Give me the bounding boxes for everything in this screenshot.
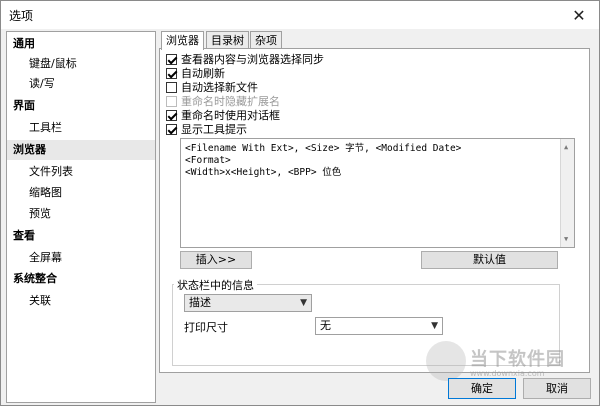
print-size-select-value: 无 [320,319,331,332]
checkbox-label: 自动选择新文件 [181,81,258,94]
tree-item-browser[interactable]: 浏览器 [7,140,155,160]
checkbox-label: 查看器内容与浏览器选择同步 [181,53,324,66]
default-button[interactable]: 默认值 [421,251,558,269]
checkbox-box[interactable] [166,110,177,121]
checkbox-label: 重命名时隐藏扩展名 [181,95,280,108]
tooltip-format-line: <Filename With Ext>, <Size> 字节, <Modifie… [185,143,462,154]
title-bar: 选项 ✕ [1,1,599,29]
tree-item-associations[interactable]: 关联 [29,291,51,311]
checkbox-box[interactable] [166,68,177,79]
tooltip-format-line: <Width>x<Height>, <BPP> 位色 [185,167,342,178]
window-title: 选项 [9,9,34,23]
tree-item-system-integration[interactable]: 系统整合 [13,269,57,289]
chevron-down-icon: ▼ [300,298,307,308]
close-icon[interactable]: ✕ [559,1,599,29]
tab-misc[interactable]: 杂项 [250,31,282,49]
tree-item-preview[interactable]: 预览 [29,204,51,224]
tab-browser[interactable]: 浏览器 [161,31,204,50]
print-size-select[interactable]: 无 ▼ [315,317,443,335]
print-size-label: 打印尺寸 [184,321,228,334]
checkbox-box[interactable] [166,124,177,135]
tree-item-file-list[interactable]: 文件列表 [29,162,73,182]
tooltip-format-line: <Format> [185,155,231,166]
checkbox-box[interactable] [166,82,177,93]
textarea-scrollbar[interactable]: ▲ ▼ [560,139,574,247]
tooltip-format-textarea[interactable]: <Filename With Ext>, <Size> 字节, <Modifie… [180,138,575,248]
tree-item-fullscreen[interactable]: 全屏幕 [29,248,62,268]
insert-button[interactable]: 插入>> [180,251,252,269]
tree-item-thumbnails[interactable]: 缩略图 [29,183,62,203]
tree-item-toolbar[interactable]: 工具栏 [29,118,62,138]
ok-button[interactable]: 确定 [448,378,516,399]
browser-tab-panel: 查看器内容与浏览器选择同步 自动刷新 自动选择新文件 重命名时隐藏扩展名 重命名… [159,48,590,373]
tree-item-read-write[interactable]: 读/写 [29,74,55,94]
checkbox-label: 显示工具提示 [181,123,247,136]
tab-directory-tree[interactable]: 目录树 [206,31,249,49]
status-info-select[interactable]: 描述 ▼ [184,294,312,312]
scroll-down-arrow-icon[interactable]: ▼ [564,233,568,245]
cancel-button[interactable]: 取消 [523,378,591,399]
options-dialog: 选项 ✕ 通用 键盘/鼠标 读/写 界面 工具栏 浏览器 文件列表 缩略图 预览… [0,0,600,406]
scroll-up-arrow-icon[interactable]: ▲ [564,141,568,153]
tree-item-general[interactable]: 通用 [13,34,35,54]
checkbox-box [166,96,177,107]
status-group-title: 状态栏中的信息 [174,277,257,293]
checkbox-label: 自动刷新 [181,67,225,80]
checkbox-box[interactable] [166,54,177,65]
tree-item-interface[interactable]: 界面 [13,96,35,116]
chevron-down-icon: ▼ [431,321,438,331]
tree-item-view[interactable]: 查看 [13,226,35,246]
status-info-select-value: 描述 [189,296,211,309]
tree-item-keyboard-mouse[interactable]: 键盘/鼠标 [29,54,77,74]
options-tree: 通用 键盘/鼠标 读/写 界面 工具栏 浏览器 文件列表 缩略图 预览 查看 全… [6,31,156,403]
checkbox-label: 重命名时使用对话框 [181,109,280,122]
